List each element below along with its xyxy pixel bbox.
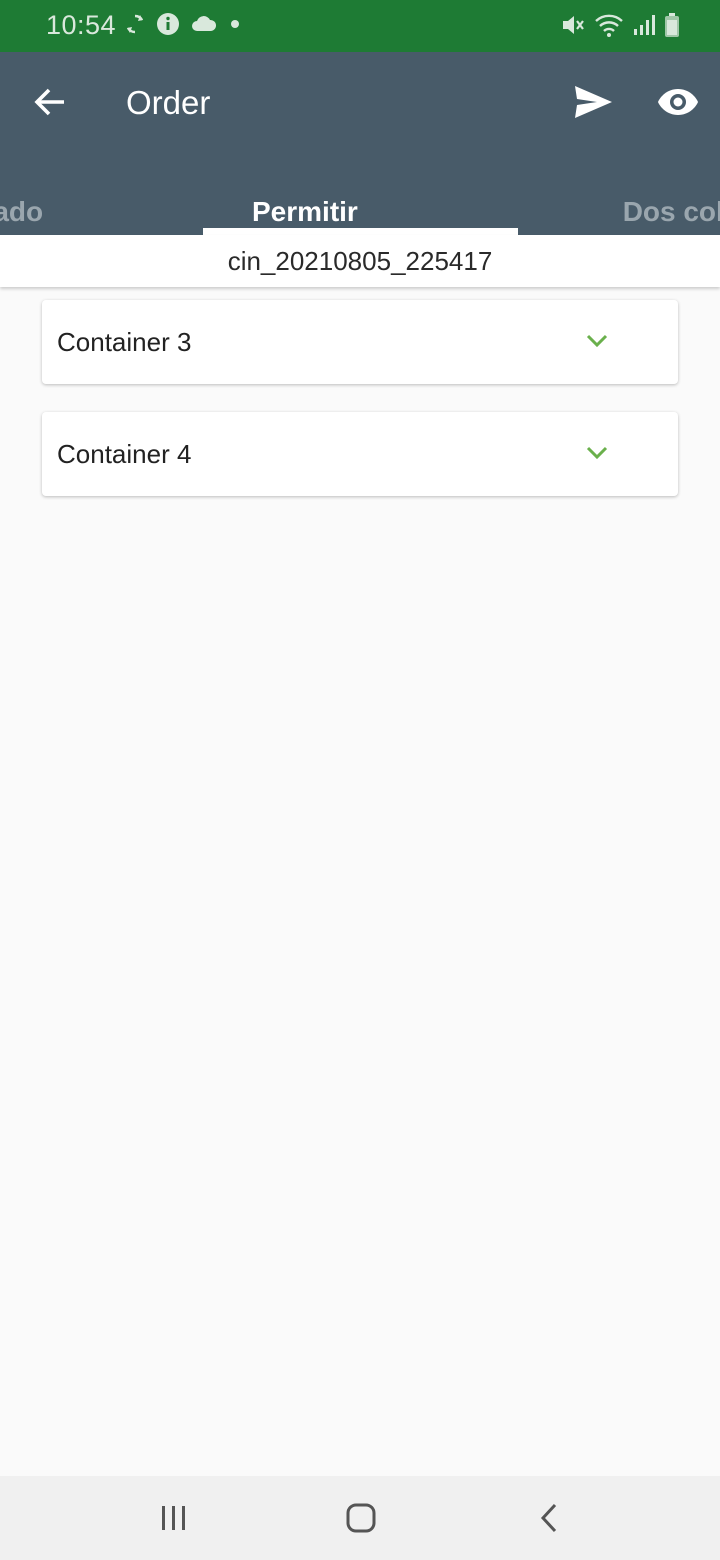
chevron-down-icon[interactable] — [585, 444, 609, 462]
tab-colapsado-default[interactable]: Colapsado Default — [0, 156, 120, 235]
status-left-icons — [124, 12, 242, 41]
dot-icon — [228, 17, 242, 36]
status-time: 10:54 — [46, 10, 117, 40]
info-icon — [156, 12, 180, 41]
tab-permitir-colapsar[interactable]: Permitir colapsar — [252, 156, 367, 264]
mute-icon — [560, 12, 586, 43]
recent-apps-icon[interactable] — [158, 1502, 190, 1534]
tab-indicator — [203, 228, 518, 235]
sync-icon — [124, 12, 146, 41]
eye-icon[interactable] — [656, 86, 700, 118]
app-bar: Order Colapsado Default Permitir colapsa… — [0, 52, 720, 264]
battery-icon — [664, 12, 680, 43]
signal-icon — [632, 13, 656, 42]
page-title: Order — [126, 84, 211, 121]
status-bar: 10:54 — [0, 0, 720, 52]
status-right-icons — [560, 12, 680, 43]
tab-label: Colapsado Default — [0, 196, 44, 227]
form-instance-name: cin_20210805_225417 — [0, 235, 720, 287]
home-icon[interactable] — [345, 1502, 377, 1534]
back-arrow-icon[interactable] — [30, 82, 70, 122]
tab-label: Dos columnas renglon — [576, 196, 720, 235]
back-icon[interactable] — [534, 1502, 566, 1534]
container-card-3[interactable]: Container 3 — [42, 300, 678, 384]
wifi-icon — [594, 12, 624, 43]
tab-bar: Colapsado Default Permitir colapsar Dos … — [0, 156, 720, 264]
cloud-icon — [190, 13, 218, 40]
container-label: Container 4 — [57, 439, 192, 469]
system-nav-bar — [0, 1476, 720, 1560]
send-icon[interactable] — [572, 82, 614, 122]
container-label: Container 3 — [57, 327, 192, 357]
chevron-down-icon[interactable] — [585, 332, 609, 350]
container-card-4[interactable]: Container 4 — [42, 412, 678, 496]
tab-dos-columnas[interactable]: Dos columnas renglon — [576, 156, 720, 235]
